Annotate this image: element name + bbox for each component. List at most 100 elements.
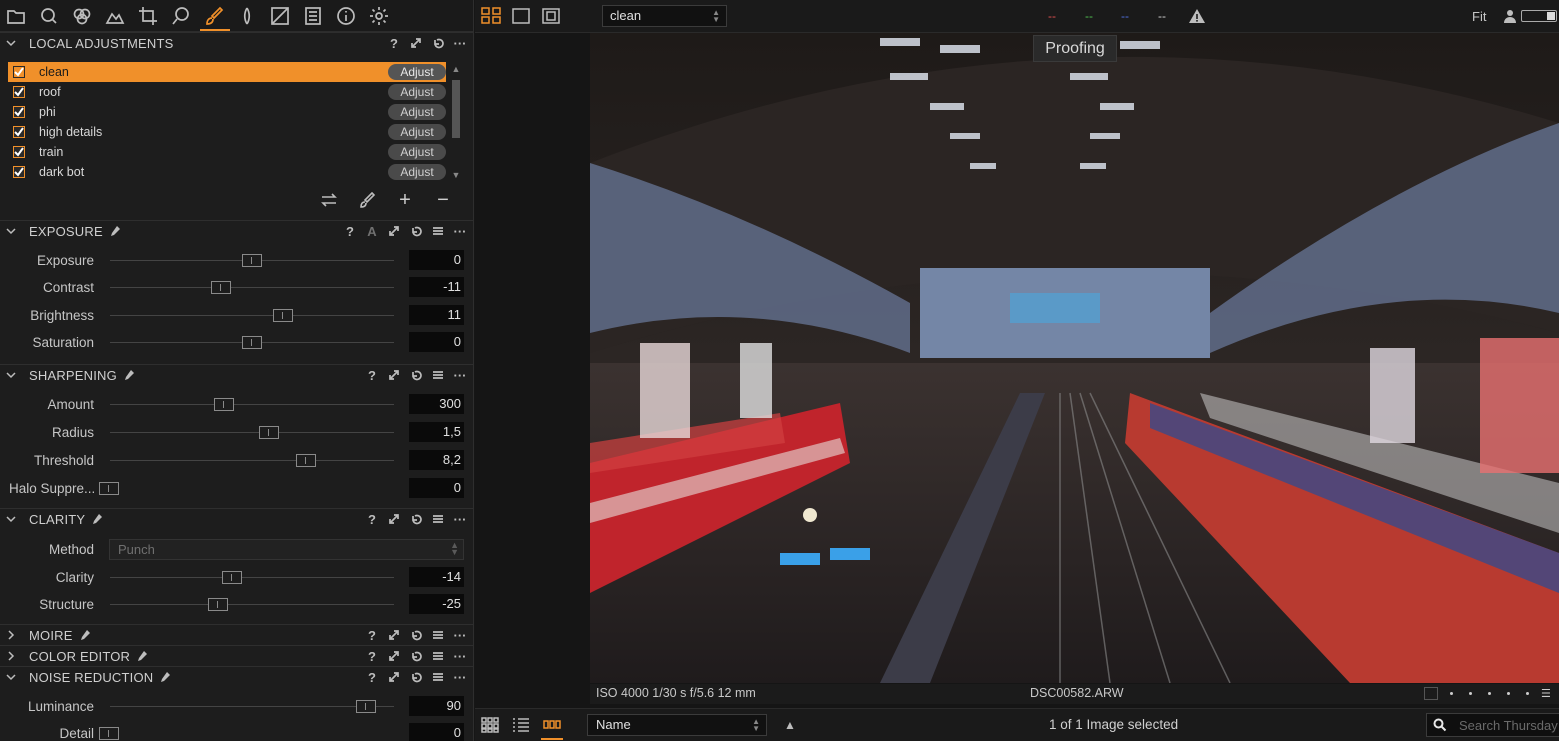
expand-icon[interactable] [410, 36, 422, 50]
rating-dot-icon[interactable] [1507, 692, 1510, 695]
layer-checkbox[interactable] [13, 86, 25, 98]
filmstrip-icon[interactable] [543, 717, 561, 733]
rating-dot-icon[interactable] [1526, 692, 1529, 695]
slider-knob[interactable] [273, 309, 294, 322]
warning-icon[interactable] [1187, 7, 1207, 25]
adjust-button[interactable]: Adjust [388, 64, 446, 80]
remove-layer-button[interactable]: − [432, 189, 454, 211]
help-icon[interactable]: ? [366, 670, 378, 685]
chevron-down-icon[interactable] [5, 369, 17, 381]
reset-icon[interactable] [410, 512, 422, 526]
chevron-down-icon[interactable] [5, 513, 17, 525]
layer-checkbox[interactable] [13, 126, 25, 138]
noise-reduction-header[interactable]: NOISE REDUCTION ? ··· [0, 666, 473, 687]
more-icon[interactable]: ··· [454, 628, 467, 643]
exposure-icon[interactable] [104, 5, 126, 27]
adjust-button[interactable]: Adjust [388, 104, 446, 120]
slider-knob[interactable] [99, 727, 119, 740]
slider-knob[interactable] [99, 482, 119, 495]
sharpening-header[interactable]: SHARPENING ? ··· [0, 364, 473, 385]
sort-direction-icon[interactable]: ▲ [784, 718, 796, 732]
photo-preview[interactable] [590, 33, 1559, 683]
adjust-button[interactable]: Adjust [388, 164, 446, 180]
proof-toggle[interactable] [1521, 10, 1557, 22]
layer-checkbox[interactable] [13, 166, 25, 178]
slider-knob[interactable] [355, 700, 376, 713]
grid-view-icon[interactable] [481, 7, 501, 25]
more-icon[interactable]: ··· [454, 512, 467, 527]
rating-dot-icon[interactable] [1450, 692, 1453, 695]
help-icon[interactable]: ? [388, 36, 400, 51]
slider-knob[interactable] [207, 598, 228, 611]
help-icon[interactable]: ? [366, 368, 378, 383]
value-field[interactable]: 90 [409, 696, 464, 716]
info-icon[interactable] [335, 5, 357, 27]
presets-icon[interactable] [432, 628, 444, 642]
scroll-down-icon[interactable]: ▼ [451, 170, 461, 180]
value-field[interactable]: -14 [409, 567, 464, 587]
chevron-right-icon[interactable] [5, 650, 17, 662]
layer-row-clean[interactable]: clean Adjust [8, 62, 446, 82]
slider-track[interactable] [110, 577, 394, 578]
adjust-button[interactable]: Adjust [388, 84, 446, 100]
rating-dot-icon[interactable] [1488, 692, 1491, 695]
slider-knob[interactable] [210, 281, 231, 294]
more-icon[interactable]: ··· [454, 670, 467, 685]
slider-track[interactable] [110, 706, 394, 707]
value-field[interactable]: 0 [409, 723, 464, 741]
expand-icon[interactable] [388, 628, 400, 642]
slider-knob[interactable] [222, 571, 243, 584]
reset-icon[interactable] [410, 628, 422, 642]
reset-icon[interactable] [410, 670, 422, 684]
layer-row-roof[interactable]: roof Adjust [8, 82, 446, 102]
folder-icon[interactable] [5, 5, 27, 27]
search-field[interactable]: Search Thursday [1426, 713, 1559, 737]
brush-icon[interactable] [356, 191, 378, 209]
value-field[interactable]: -25 [409, 594, 464, 614]
moire-header[interactable]: MOIRE ? ··· [0, 624, 473, 645]
value-field[interactable]: 0 [409, 478, 464, 498]
help-icon[interactable]: ? [344, 224, 356, 239]
adjustments-brush-icon[interactable] [203, 5, 225, 27]
value-field[interactable]: 1,5 [409, 422, 464, 442]
help-icon[interactable]: ? [366, 512, 378, 527]
lens-icon[interactable] [170, 5, 192, 27]
chevron-down-icon[interactable] [5, 37, 17, 49]
slider-knob[interactable] [242, 254, 262, 267]
color-icon[interactable] [71, 5, 93, 27]
adjust-button[interactable]: Adjust [388, 124, 446, 140]
presets-icon[interactable] [432, 224, 444, 238]
auto-button[interactable]: A [366, 224, 378, 239]
reset-icon[interactable] [410, 224, 422, 238]
crop-icon[interactable] [137, 5, 159, 27]
fullscreen-view-icon[interactable] [541, 7, 561, 25]
slider-track[interactable] [110, 432, 394, 433]
adjust-button[interactable]: Adjust [388, 144, 446, 160]
reset-icon[interactable] [432, 36, 444, 50]
expand-icon[interactable] [388, 224, 400, 238]
clarity-header[interactable]: CLARITY ? ··· [0, 508, 473, 529]
settings-icon[interactable] [368, 5, 390, 27]
details-icon[interactable] [236, 5, 258, 27]
layer-checkbox[interactable] [13, 66, 25, 78]
slider-knob[interactable] [213, 398, 234, 411]
presets-icon[interactable] [432, 649, 444, 663]
expand-icon[interactable] [388, 512, 400, 526]
variant-select[interactable]: clean ▲ ▼ [602, 5, 727, 27]
value-field[interactable]: 300 [409, 394, 464, 414]
layer-row-phi[interactable]: phi Adjust [8, 102, 446, 122]
slider-knob[interactable] [242, 336, 262, 349]
chevron-down-icon[interactable] [5, 671, 17, 683]
rating-dot-icon[interactable] [1469, 692, 1472, 695]
layer-row-train[interactable]: train Adjust [8, 142, 446, 162]
list-icon[interactable]: ☰ [1541, 688, 1553, 700]
slider-track[interactable] [110, 460, 394, 461]
value-field[interactable]: -11 [409, 277, 464, 297]
single-view-icon[interactable] [511, 7, 531, 25]
exposure-header[interactable]: EXPOSURE ? A ··· [0, 220, 473, 241]
user-icon[interactable] [1503, 9, 1517, 23]
output-icon[interactable] [302, 5, 324, 27]
reset-icon[interactable] [410, 368, 422, 382]
layer-checkbox[interactable] [13, 106, 25, 118]
expand-icon[interactable] [388, 368, 400, 382]
